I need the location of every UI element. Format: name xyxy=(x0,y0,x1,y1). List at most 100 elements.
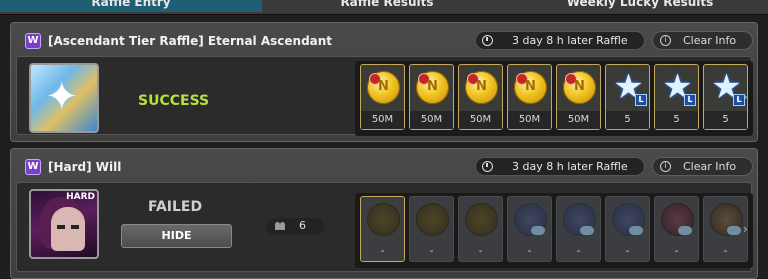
cloud-icon xyxy=(580,226,594,235)
timer-text: 3 day 8 h later Raffle xyxy=(512,34,628,47)
fire-badge-icon xyxy=(418,73,430,85)
reward-slot[interactable]: - xyxy=(458,196,503,262)
reward-slot[interactable]: 50M xyxy=(556,64,601,130)
glasses-icon xyxy=(71,225,79,229)
reward-amount: 50M xyxy=(557,111,600,129)
clear-info-button[interactable]: i Clear Info xyxy=(652,31,753,50)
party-count: 6 xyxy=(299,219,306,232)
timer-text: 3 day 8 h later Raffle xyxy=(512,160,628,173)
tab-raffle-entry[interactable]: Raffle Entry xyxy=(0,0,262,12)
party-icon xyxy=(275,222,285,230)
meso-coin-icon xyxy=(465,71,498,104)
tab-weekly-lucky-results[interactable]: Weekly Lucky Results xyxy=(512,0,768,12)
l-tag-icon: L xyxy=(684,94,696,106)
symbol-icon xyxy=(612,203,645,236)
entry-title: [Hard] Will xyxy=(48,160,122,174)
entry-status: SUCCESS xyxy=(138,93,210,109)
boss-type-badge: W xyxy=(25,33,41,49)
reward-slot[interactable]: - xyxy=(409,196,454,262)
reward-list: 50M 50M 50M 50M 50M ★L 5 xyxy=(355,61,753,136)
hide-button[interactable]: HIDE xyxy=(121,224,232,248)
reward-slot[interactable]: - xyxy=(556,196,601,262)
reward-amount: 5 xyxy=(606,111,649,129)
fire-badge-icon xyxy=(467,73,479,85)
clock-icon xyxy=(482,161,493,172)
raffle-entry-card: W [Hard] Will 3 day 8 h later Raffle i C… xyxy=(10,148,758,279)
party-size-indicator: 6 xyxy=(266,218,324,235)
reward-slot[interactable]: ★ L 5 xyxy=(654,64,699,130)
reward-slot[interactable]: 50M xyxy=(360,64,405,130)
tab-bar: Raffle Entry Raffle Results Weekly Lucky… xyxy=(0,0,768,15)
reward-amount: 50M xyxy=(459,111,502,129)
fire-badge-icon xyxy=(369,73,381,85)
clear-info-button[interactable]: i Clear Info xyxy=(652,157,753,176)
entry-body: HARD FAILED HIDE 6 - - - - - - - - › xyxy=(16,182,753,272)
meso-coin-icon xyxy=(514,71,547,104)
reward-amount: 5 xyxy=(704,111,747,129)
star-force-icon: ★ L xyxy=(661,70,696,106)
symbol-icon xyxy=(710,203,743,236)
reward-slot[interactable]: 50M xyxy=(458,64,503,130)
cloud-icon xyxy=(629,226,643,235)
scroll-right-arrow-icon[interactable]: › xyxy=(743,223,751,235)
entry-status: FAILED xyxy=(148,199,203,215)
reward-slot[interactable]: - xyxy=(654,196,699,262)
reward-amount: - xyxy=(723,246,728,257)
reward-slot[interactable]: ★ L 5 xyxy=(703,64,748,130)
boss-face-art xyxy=(51,207,85,251)
reward-amount: - xyxy=(429,246,434,257)
reward-amount: - xyxy=(576,246,581,257)
cloud-icon xyxy=(727,226,741,235)
card-header: W [Ascendant Tier Raffle] Eternal Ascend… xyxy=(11,23,757,55)
reward-amount: 50M xyxy=(508,111,551,129)
meso-coin-icon xyxy=(367,203,400,236)
symbol-icon xyxy=(661,203,694,236)
reward-amount: 5 xyxy=(655,111,698,129)
star-force-icon: ★ L xyxy=(710,70,745,106)
cloud-icon xyxy=(678,226,692,235)
reward-slot[interactable]: - xyxy=(605,196,650,262)
reward-amount: 50M xyxy=(410,111,453,129)
reward-amount: - xyxy=(478,246,483,257)
clear-info-label: Clear Info xyxy=(683,34,737,47)
tab-raffle-results[interactable]: Raffle Results xyxy=(262,0,512,12)
glasses-icon xyxy=(57,225,65,229)
clock-icon xyxy=(482,35,493,46)
symbol-icon xyxy=(563,203,596,236)
entry-title: [Ascendant Tier Raffle] Eternal Ascendan… xyxy=(48,34,333,48)
reward-amount: 50M xyxy=(361,111,404,129)
fire-badge-icon xyxy=(516,73,528,85)
meso-coin-icon xyxy=(563,71,596,104)
symbol-icon xyxy=(514,203,547,236)
fire-badge-icon xyxy=(565,73,577,85)
raffle-timer: 3 day 8 h later Raffle xyxy=(475,157,645,176)
scroll-right-arrow-icon[interactable]: › xyxy=(743,91,751,103)
raffle-entry-card: W [Ascendant Tier Raffle] Eternal Ascend… xyxy=(10,22,758,142)
reward-slot[interactable]: - xyxy=(703,196,748,262)
meso-coin-icon xyxy=(416,203,449,236)
reward-amount: - xyxy=(527,246,532,257)
card-header: W [Hard] Will 3 day 8 h later Raffle i C… xyxy=(11,149,757,181)
reward-amount: - xyxy=(380,246,385,257)
star-force-icon: ★ L xyxy=(612,70,647,106)
reward-slot[interactable]: ★ L 5 xyxy=(605,64,650,130)
reward-slot[interactable]: 50M xyxy=(507,64,552,130)
boss-portrait: HARD xyxy=(29,189,99,259)
reward-slot[interactable]: - xyxy=(507,196,552,262)
reward-amount: - xyxy=(625,246,630,257)
meso-coin-icon xyxy=(465,203,498,236)
reward-list: - - - - - - - - › xyxy=(355,193,753,268)
boss-type-badge: W xyxy=(25,159,41,175)
reward-amount: - xyxy=(674,246,679,257)
raffle-timer: 3 day 8 h later Raffle xyxy=(475,31,645,50)
l-tag-icon: L xyxy=(635,94,647,106)
info-icon: i xyxy=(660,161,671,172)
info-icon: i xyxy=(660,35,671,46)
reward-slot[interactable]: 50M xyxy=(409,64,454,130)
difficulty-tag: HARD xyxy=(66,192,95,202)
reward-slot[interactable]: - xyxy=(360,196,405,262)
crystal-star-icon: ✦ xyxy=(45,74,79,120)
cloud-icon xyxy=(531,226,545,235)
meso-coin-icon xyxy=(367,71,400,104)
clear-info-label: Clear Info xyxy=(683,160,737,173)
